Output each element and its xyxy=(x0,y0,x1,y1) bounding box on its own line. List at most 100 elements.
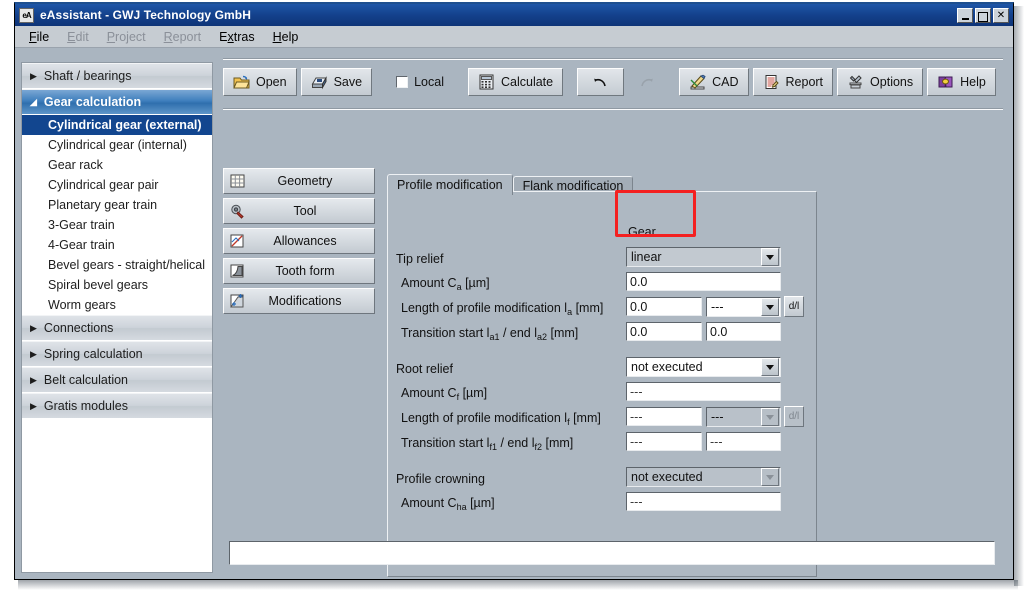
sidebar-item-cylindrical-gear-external[interactable]: Cylindrical gear (external) xyxy=(22,115,212,135)
chevron-down-icon[interactable] xyxy=(761,468,779,486)
length-la-unit-combo[interactable]: --- xyxy=(706,297,781,317)
toolbar: Open Save xyxy=(223,66,1003,98)
length-la-input[interactable]: 0.0 xyxy=(626,297,702,316)
length-lf-input[interactable]: --- xyxy=(626,407,702,426)
length-lf-dl-button[interactable]: d/l xyxy=(784,406,804,427)
tip-relief-value: linear xyxy=(631,249,761,266)
report-button[interactable]: Report xyxy=(753,68,834,96)
chevron-down-icon[interactable] xyxy=(761,298,779,316)
local-checkbox[interactable]: Local xyxy=(386,68,454,96)
toolbar-rule-top xyxy=(223,58,1003,60)
chevron-right-icon: ▶ xyxy=(30,401,37,412)
menu-help[interactable]: Help xyxy=(273,30,299,44)
help-book-icon xyxy=(937,74,954,90)
chevron-down-icon[interactable] xyxy=(761,358,779,376)
toolbar-rule-bottom xyxy=(223,108,1003,110)
sidebar-item-spiral-bevel-gears[interactable]: Spiral bevel gears xyxy=(22,275,212,295)
menu-report[interactable]: Report xyxy=(164,30,202,44)
body: ▶ Shaft / bearings ◢ Gear calculation Cy… xyxy=(15,48,1013,579)
transition-f-label: Transition start lf1 / end lf2 [mm] xyxy=(401,436,573,452)
menu-edit[interactable]: Edit xyxy=(67,30,89,44)
close-button[interactable]: ✕ xyxy=(993,8,1009,23)
sidebar-group-belt-calculation[interactable]: ▶ Belt calculation xyxy=(22,367,212,393)
sidebar-group-gratis-modules[interactable]: ▶ Gratis modules xyxy=(22,393,212,419)
cad-icon xyxy=(689,74,706,90)
help-button[interactable]: Help xyxy=(927,68,996,96)
sidebar-item-bevel-gears[interactable]: Bevel gears - straight/helical xyxy=(22,255,212,275)
sidebar-item-label: 3-Gear train xyxy=(48,218,115,232)
root-relief-combo[interactable]: not executed xyxy=(626,357,781,377)
sidebar-item-cylindrical-gear-internal[interactable]: Cylindrical gear (internal) xyxy=(22,135,212,155)
length-la-dl-button[interactable]: d/l xyxy=(784,296,804,317)
open-button-label: Open xyxy=(256,75,287,89)
chevron-down-icon[interactable] xyxy=(761,408,779,426)
chevron-right-icon: ▶ xyxy=(30,349,37,360)
calculate-button[interactable]: Calculate xyxy=(468,68,563,96)
tip-relief-combo[interactable]: linear xyxy=(626,247,781,267)
sidebar-item-planetary-gear-train[interactable]: Planetary gear train xyxy=(22,195,212,215)
chevron-right-icon: ▶ xyxy=(30,323,37,334)
sidebar-group-label: Connections xyxy=(44,321,114,335)
sidebar-item-label: Gear rack xyxy=(48,158,103,172)
sidebar-item-4-gear-train[interactable]: 4-Gear train xyxy=(22,235,212,255)
chevron-right-icon: ▶ xyxy=(30,375,37,386)
length-lf-unit-combo[interactable]: --- xyxy=(706,407,781,427)
amount-cha-label-row: Amount Cha [µm] xyxy=(401,494,495,513)
amount-cf-input[interactable]: --- xyxy=(626,382,781,401)
amount-cf-label: Amount Cf [µm] xyxy=(401,386,487,402)
window-shadow-bottom xyxy=(18,580,1018,590)
root-relief-label-row: Root relief xyxy=(396,359,453,378)
profile-crowning-combo[interactable]: not executed xyxy=(626,467,781,487)
cad-button-label: CAD xyxy=(712,75,738,89)
length-lf-label-row: Length of profile modification lf [mm] xyxy=(401,409,601,428)
sidebar-group-connections[interactable]: ▶ Connections xyxy=(22,315,212,341)
length-la-label: Length of profile modification la [mm] xyxy=(401,301,603,317)
module-button-modifications[interactable]: Modifications xyxy=(223,288,375,314)
cad-button[interactable]: CAD xyxy=(679,68,748,96)
sidebar-group-gear-calculation[interactable]: ◢ Gear calculation xyxy=(22,89,212,115)
profile-crowning-value: not executed xyxy=(631,469,761,486)
options-button[interactable]: Options xyxy=(837,68,923,96)
menu-project[interactable]: Project xyxy=(107,30,146,44)
sidebar-item-label: Cylindrical gear (internal) xyxy=(48,138,187,152)
transition-a-start-input[interactable]: 0.0 xyxy=(626,322,702,341)
menu-extras[interactable]: Extras xyxy=(219,30,254,44)
sidebar-group-label: Gratis modules xyxy=(44,399,128,413)
chevron-right-icon: ▶ xyxy=(30,71,37,82)
profile-crowning-label-row: Profile crowning xyxy=(396,469,485,488)
transition-a-end-input[interactable]: 0.0 xyxy=(706,322,781,341)
gear-tool-icon xyxy=(229,203,246,219)
open-button[interactable]: Open xyxy=(223,68,297,96)
menu-file[interactable]: File xyxy=(29,30,49,44)
length-lf-unit-value: --- xyxy=(711,409,761,426)
root-relief-value: not executed xyxy=(631,359,761,376)
sidebar-item-gear-rack[interactable]: Gear rack xyxy=(22,155,212,175)
tip-relief-label-row: Tip relief xyxy=(396,249,443,268)
redo-button[interactable] xyxy=(628,68,665,96)
transition-f-start-input[interactable]: --- xyxy=(626,432,702,451)
sidebar-item-label: Worm gears xyxy=(48,298,116,312)
undo-button[interactable] xyxy=(577,68,624,96)
module-button-list: Geometry Tool xyxy=(223,168,375,318)
sidebar-item-cylindrical-gear-pair[interactable]: Cylindrical gear pair xyxy=(22,175,212,195)
module-button-allowances[interactable]: Allowances xyxy=(223,228,375,254)
sidebar-group-shaft-bearings[interactable]: ▶ Shaft / bearings xyxy=(22,63,212,89)
maximize-button[interactable] xyxy=(975,8,991,23)
chevron-down-icon: ◢ xyxy=(30,97,37,108)
module-button-tool[interactable]: Tool xyxy=(223,198,375,224)
amount-ca-input[interactable]: 0.0 xyxy=(626,272,781,291)
sidebar-group-spring-calculation[interactable]: ▶ Spring calculation xyxy=(22,341,212,367)
sidebar-item-label: Bevel gears - straight/helical xyxy=(48,258,205,272)
chevron-down-icon[interactable] xyxy=(761,248,779,266)
local-checkbox-box[interactable] xyxy=(396,76,408,88)
tab-profile-modification[interactable]: Profile modification xyxy=(387,174,513,195)
save-button[interactable]: Save xyxy=(301,68,373,96)
module-button-geometry[interactable]: Geometry xyxy=(223,168,375,194)
minimize-button[interactable] xyxy=(957,8,973,23)
module-button-tooth-form[interactable]: Tooth form xyxy=(223,258,375,284)
sidebar-item-label: Cylindrical gear pair xyxy=(48,178,158,192)
transition-f-end-input[interactable]: --- xyxy=(706,432,781,451)
sidebar-item-3-gear-train[interactable]: 3-Gear train xyxy=(22,215,212,235)
amount-cha-input[interactable]: --- xyxy=(626,492,781,511)
sidebar-item-worm-gears[interactable]: Worm gears xyxy=(22,295,212,315)
